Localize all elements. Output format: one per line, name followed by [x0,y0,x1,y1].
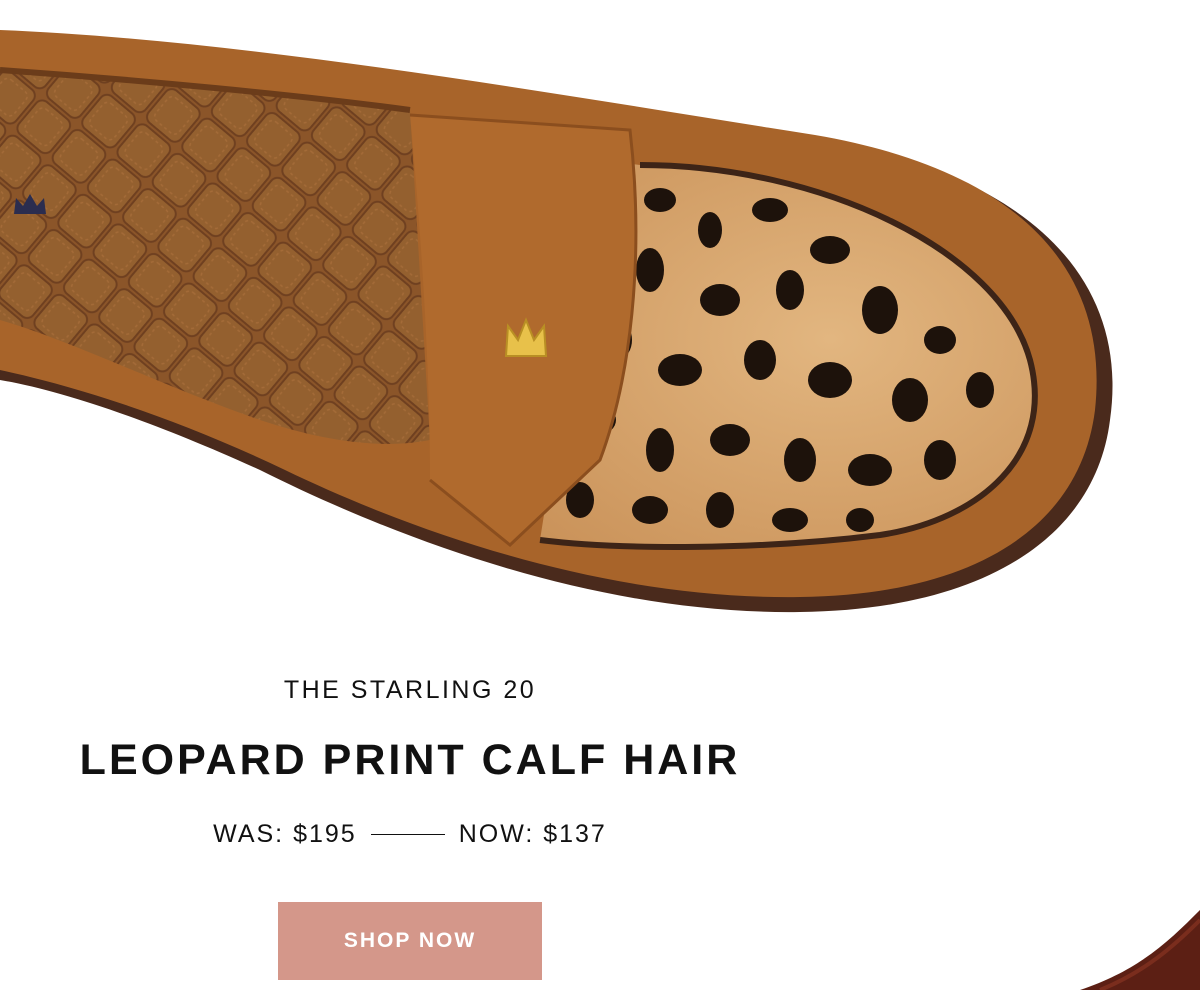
price-row: WAS: $195 NOW: $137 [0,820,820,849]
was-price: WAS: $195 [213,820,357,848]
corner-product-image [1080,900,1200,990]
shop-now-button[interactable]: SHOP NOW [278,902,542,980]
product-collection-name: THE STARLING 20 [283,676,537,704]
hero-product-image [0,0,1200,640]
product-title: LEOPARD PRINT CALF HAIR [79,736,741,784]
price-divider [370,833,445,836]
now-price: NOW: $137 [458,820,607,848]
